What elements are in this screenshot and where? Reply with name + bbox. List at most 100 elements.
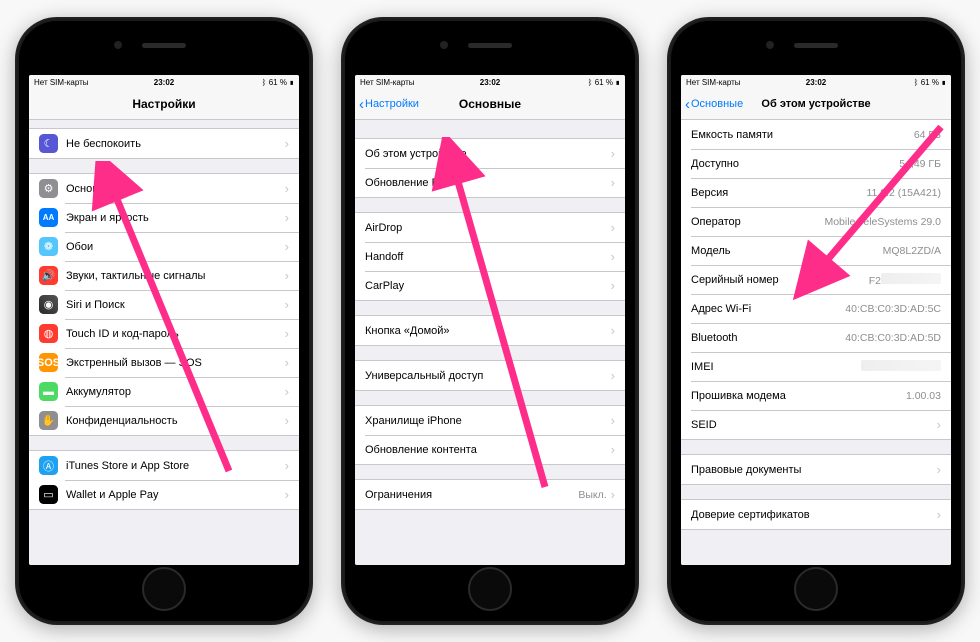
nav-title: Основные — [459, 97, 521, 111]
about-content[interactable]: Емкость памяти 64 ГБ Доступно 54,49 ГБ В… — [681, 120, 951, 565]
row-label: IMEI — [691, 361, 861, 373]
row-label: Звуки, тактильные сигналы — [66, 270, 281, 282]
chevron-right-icon: › — [285, 356, 289, 369]
row-label: Правовые документы — [691, 464, 933, 476]
row-value: Выкл. — [578, 489, 606, 501]
fingerprint-icon: ◍ — [39, 324, 58, 343]
nav-back-label: Основные — [691, 98, 743, 110]
row-cert-trust[interactable]: Доверие сертификатов › — [681, 500, 951, 529]
status-bar: Нет SIM-карты 23:02 ᛒ 61 % ▮ — [355, 75, 625, 89]
row-general[interactable]: ⚙ Основные › — [29, 174, 299, 203]
row-label: Доверие сертификатов — [691, 509, 933, 521]
chevron-right-icon: › — [611, 443, 615, 456]
redacted-icon — [881, 273, 941, 284]
chevron-right-icon: › — [611, 147, 615, 160]
status-bar: Нет SIM-карты 23:02 ᛒ 61 % ▮ — [29, 75, 299, 89]
row-wallpaper[interactable]: ❁ Обои › — [29, 232, 299, 261]
row-label: Доступно — [691, 158, 899, 170]
chevron-right-icon: › — [937, 418, 941, 431]
row-seid[interactable]: SEID › — [681, 410, 951, 439]
battery-icon: ▮ — [615, 78, 620, 87]
row-home-button[interactable]: Кнопка «Домой» › — [355, 316, 625, 345]
redacted-icon — [861, 360, 941, 371]
row-touchid[interactable]: ◍ Touch ID и код-пароль › — [29, 319, 299, 348]
row-label: Wallet и Apple Pay — [66, 489, 281, 501]
chevron-right-icon: › — [285, 459, 289, 472]
moon-icon: ☾ — [39, 134, 58, 153]
row-value: 64 ГБ — [914, 129, 941, 141]
row-label: Обновление ПО — [365, 177, 607, 189]
status-bar: Нет SIM-карты 23:02 ᛒ 61 % ▮ — [681, 75, 951, 89]
row-do-not-disturb[interactable]: ☾ Не беспокоить › — [29, 129, 299, 158]
sos-icon: SOS — [39, 353, 58, 372]
chevron-left-icon: ‹ — [359, 97, 364, 112]
battery-icon: ▮ — [289, 78, 294, 87]
general-content[interactable]: Об этом устройстве › Обновление ПО › Air… — [355, 120, 625, 565]
chevron-right-icon: › — [611, 414, 615, 427]
appstore-icon: Ⓐ — [39, 456, 58, 475]
row-privacy[interactable]: ✋ Конфиденциальность › — [29, 406, 299, 435]
row-wifi-address: Адрес Wi-Fi 40:CB:C0:3D:AD:5C — [681, 294, 951, 323]
battery-percent: 61 % — [921, 78, 939, 87]
home-button[interactable] — [142, 567, 186, 611]
bluetooth-icon: ᛒ — [262, 78, 267, 87]
row-modem-firmware: Прошивка модема 1.00.03 — [681, 381, 951, 410]
chevron-right-icon: › — [285, 298, 289, 311]
row-handoff[interactable]: Handoff › — [355, 242, 625, 271]
speaker-slot — [142, 43, 186, 48]
row-storage[interactable]: Хранилище iPhone › — [355, 406, 625, 435]
row-capacity: Емкость памяти 64 ГБ — [681, 120, 951, 149]
row-itunes[interactable]: Ⓐ iTunes Store и App Store › — [29, 451, 299, 480]
row-available: Доступно 54,49 ГБ — [681, 149, 951, 178]
wallet-icon: ▭ — [39, 485, 58, 504]
nav-back-button[interactable]: ‹ Основные — [685, 97, 743, 112]
nav-back-button[interactable]: ‹ Настройки — [359, 97, 419, 112]
row-carplay[interactable]: CarPlay › — [355, 271, 625, 300]
speaker-slot — [794, 43, 838, 48]
serial-prefix: F2 — [869, 275, 881, 287]
row-label: CarPlay — [365, 280, 607, 292]
row-label: Экстренный вызов — SOS — [66, 357, 281, 369]
row-display[interactable]: AA Экран и яркость › — [29, 203, 299, 232]
row-label: Обои — [66, 241, 281, 253]
chevron-right-icon: › — [611, 488, 615, 501]
row-value: 54,49 ГБ — [899, 158, 941, 170]
row-label: Конфиденциальность — [66, 415, 281, 427]
home-button[interactable] — [794, 567, 838, 611]
row-restrictions[interactable]: Ограничения Выкл. › — [355, 480, 625, 509]
screen-general: Нет SIM-карты 23:02 ᛒ 61 % ▮ ‹ Настройки… — [355, 75, 625, 565]
home-button[interactable] — [468, 567, 512, 611]
phone-frame-1: Нет SIM-карты 23:02 ᛒ 61 % ▮ Настройки ☾… — [15, 17, 313, 625]
row-label: Версия — [691, 187, 866, 199]
chevron-right-icon: › — [611, 176, 615, 189]
row-accessibility[interactable]: Универсальный доступ › — [355, 361, 625, 390]
row-label: Об этом устройстве — [365, 148, 607, 160]
row-siri[interactable]: ◉ Siri и Поиск › — [29, 290, 299, 319]
row-sounds[interactable]: 🔊 Звуки, тактильные сигналы › — [29, 261, 299, 290]
row-airdrop[interactable]: AirDrop › — [355, 213, 625, 242]
settings-content[interactable]: ☾ Не беспокоить › ⚙ Основные › AA Экран … — [29, 120, 299, 565]
row-wallet[interactable]: ▭ Wallet и Apple Pay › — [29, 480, 299, 509]
row-label: Модель — [691, 245, 883, 257]
row-legal[interactable]: Правовые документы › — [681, 455, 951, 484]
chevron-right-icon: › — [285, 269, 289, 282]
row-battery[interactable]: ▬ Аккумулятор › — [29, 377, 299, 406]
row-sos[interactable]: SOS Экстренный вызов — SOS › — [29, 348, 299, 377]
status-right: ᛒ 61 % ▮ — [914, 78, 946, 87]
row-label: Адрес Wi-Fi — [691, 303, 845, 315]
nav-bar: Настройки — [29, 89, 299, 120]
row-value: 40:CB:C0:3D:AD:5C — [845, 303, 941, 315]
row-label: Siri и Поиск — [66, 299, 281, 311]
row-software-update[interactable]: Обновление ПО › — [355, 168, 625, 197]
row-label: Bluetooth — [691, 332, 845, 344]
row-content-update[interactable]: Обновление контента › — [355, 435, 625, 464]
bluetooth-icon: ᛒ — [588, 78, 593, 87]
row-about[interactable]: Об этом устройстве › — [355, 139, 625, 168]
row-value: F2 — [869, 273, 941, 287]
chevron-right-icon: › — [285, 240, 289, 253]
front-camera — [440, 41, 448, 49]
nav-bar: ‹ Настройки Основные — [355, 89, 625, 120]
chevron-right-icon: › — [611, 324, 615, 337]
gear-icon: ⚙ — [39, 179, 58, 198]
screen-about: Нет SIM-карты 23:02 ᛒ 61 % ▮ ‹ Основные … — [681, 75, 951, 565]
